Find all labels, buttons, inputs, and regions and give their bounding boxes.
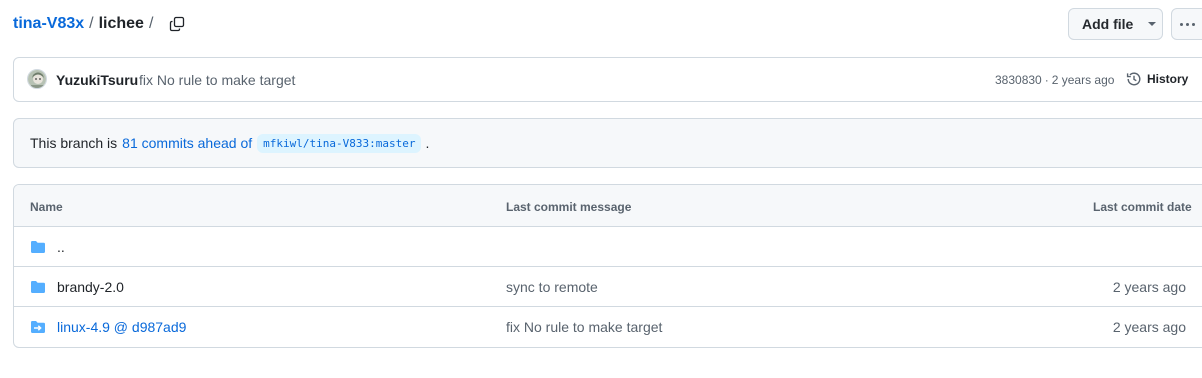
history-button[interactable]: History — [1126, 71, 1188, 87]
chevron-down-icon — [1148, 22, 1157, 26]
breadcrumb-current-directory: lichee — [98, 15, 144, 32]
file-navigation-header: tina-V83x / lichee / Add file — [0, 0, 1202, 48]
add-file-label: Add file — [1082, 16, 1134, 32]
folder-icon — [31, 281, 45, 293]
table-row-brandy[interactable]: brandy-2.0 sync to remote 2 years ago — [14, 267, 1202, 307]
history-label: History — [1147, 72, 1189, 86]
commit-age: 2 years ago — [1051, 73, 1115, 87]
row-name[interactable]: .. — [57, 239, 65, 255]
avatar-image — [28, 70, 46, 88]
copy-path-button[interactable] — [167, 14, 187, 34]
commit-sha-link[interactable]: 3830830 — [995, 73, 1042, 87]
kebab-horizontal-icon — [1180, 22, 1198, 26]
column-header-date: Last commit date — [1093, 200, 1192, 214]
breadcrumb-separator: / — [148, 15, 154, 32]
row-commit-date: 2 years ago — [1112, 319, 1186, 335]
row-commit-date: 2 years ago — [1112, 279, 1186, 295]
more-options-button[interactable] — [1171, 8, 1202, 40]
breadcrumb: tina-V83x / lichee / — [13, 14, 187, 34]
branch-comparison-banner: This branch is 81 commits ahead of mfkiw… — [13, 118, 1202, 168]
commit-author-link[interactable]: YuzukiTsuru — [56, 72, 138, 88]
table-header: Name Last commit message Last commit dat… — [14, 185, 1202, 227]
upstream-branch-ref[interactable]: mfkiwl/tina-V833:master — [257, 133, 422, 153]
column-header-name: Name — [30, 200, 63, 214]
submodule-icon — [31, 321, 45, 333]
latest-commit-bar: YuzukiTsuru fix No rule to make target 3… — [13, 57, 1202, 102]
commits-ahead-link[interactable]: 81 commits ahead of — [122, 135, 252, 151]
copy-icon — [170, 16, 185, 32]
row-name[interactable]: linux-4.9 @ d987ad9 — [57, 319, 186, 335]
breadcrumb-repo-link[interactable]: tina-V83x — [13, 14, 84, 34]
row-commit-message[interactable]: fix No rule to make target — [506, 319, 662, 335]
folder-icon — [31, 241, 45, 253]
file-table: Name Last commit message Last commit dat… — [13, 184, 1202, 348]
row-commit-message[interactable]: sync to remote — [506, 279, 598, 295]
history-icon — [1126, 72, 1141, 86]
branch-info-prefix: This branch is — [30, 135, 118, 151]
meta-separator: · — [1044, 73, 1049, 87]
commit-meta: 3830830 · 2 years ago — [995, 73, 1114, 87]
avatar[interactable] — [27, 69, 47, 89]
add-file-button[interactable]: Add file — [1068, 8, 1163, 40]
table-row-parent-directory[interactable]: .. — [14, 227, 1202, 267]
table-row-linux-submodule[interactable]: linux-4.9 @ d987ad9 fix No rule to make … — [14, 307, 1202, 347]
breadcrumb-separator: / — [89, 15, 94, 32]
column-header-message: Last commit message — [506, 200, 632, 214]
commit-message-link[interactable]: fix No rule to make target — [139, 72, 295, 88]
branch-info-suffix: . — [425, 135, 430, 151]
row-name[interactable]: brandy-2.0 — [57, 279, 124, 295]
